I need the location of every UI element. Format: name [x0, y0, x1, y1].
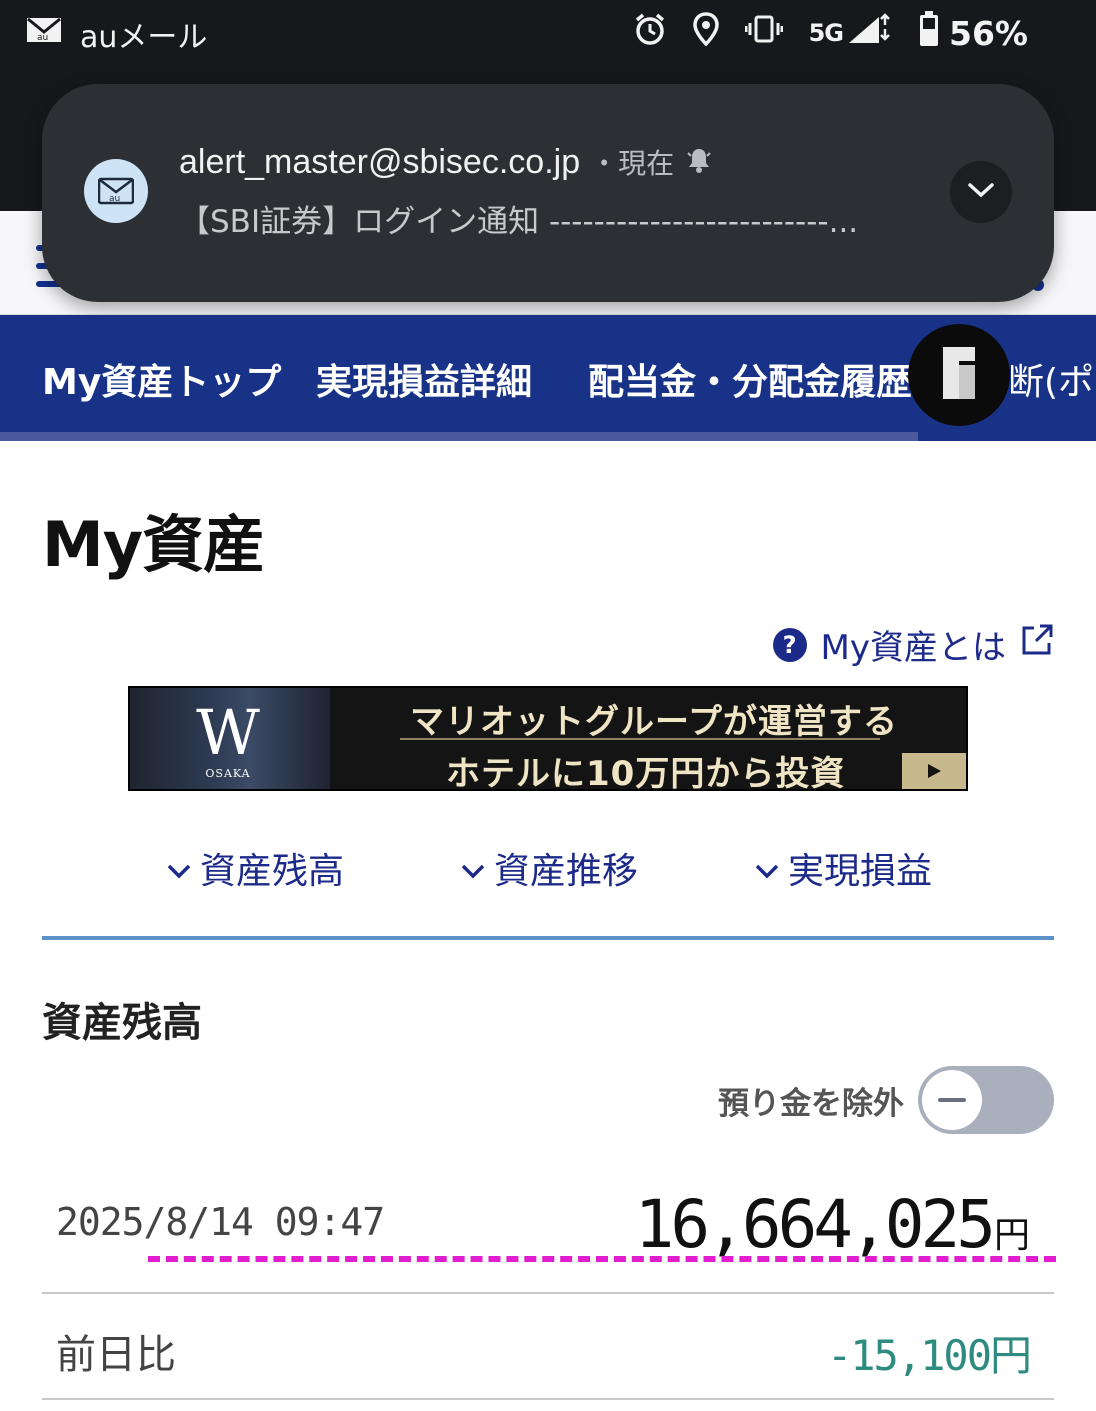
chevron-down-icon [754, 848, 780, 889]
exclude-deposit-toggle[interactable] [918, 1066, 1054, 1134]
row-divider [42, 1398, 1054, 1400]
total-balance: 16,664,025 円 [635, 1186, 1030, 1263]
battery-indicator: 56% [919, 11, 1028, 55]
tab-realized-pl-detail[interactable]: 実現損益詳細 [316, 353, 532, 405]
anchor-realized-pl[interactable]: 実現損益 [754, 842, 932, 894]
expand-notification-button[interactable] [950, 161, 1012, 223]
battery-percent: 56% [949, 13, 1028, 53]
tab-my-assets-top[interactable]: My資産トップ [42, 353, 281, 405]
bell-icon [684, 145, 714, 179]
prev-day-label: 前日比 [56, 1332, 176, 1378]
anchor-label: 資産残高 [200, 851, 345, 892]
banner-headline: マリオットグループが運営する [410, 702, 898, 742]
section-divider [42, 936, 1054, 940]
highlight-underline [148, 1256, 1056, 1262]
help-link-label: My資産とは [820, 628, 1006, 668]
external-link-icon [1020, 623, 1054, 666]
section-title-balance: 資産残高 [42, 1000, 202, 1046]
notification-sender: alert_master@sbisec.co.jp [179, 142, 581, 181]
battery-icon [919, 11, 939, 55]
floating-app-button[interactable] [908, 324, 1010, 426]
svg-text:au: au [109, 194, 120, 204]
chevron-down-icon [166, 848, 192, 889]
notification-time: ・現在 [590, 147, 675, 180]
tab-scroll-indicator [0, 432, 918, 441]
balance-timestamp: 2025/8/14 09:47 [56, 1200, 385, 1244]
status-app-name: auメール [80, 20, 208, 55]
notification-card[interactable]: au alert_master@sbisec.co.jp ・現在 【SBI証券】… [42, 84, 1054, 302]
network-type: 5G [808, 19, 844, 47]
toggle-knob [922, 1070, 982, 1130]
svg-text:au: au [37, 33, 48, 43]
banner-logo: W OSAKA [196, 696, 260, 780]
status-indicators: 5G 56% [633, 10, 1028, 56]
chevron-down-icon [966, 180, 996, 204]
app-shortcut-icon [939, 345, 979, 405]
anchor-label: 実現損益 [788, 851, 933, 892]
tab-diagnosis[interactable]: 断(ポ [1008, 353, 1094, 405]
help-link[interactable]: ? My資産とは [772, 620, 1054, 669]
exclude-deposit-toggle-row: 預り金を除外 [718, 1066, 1054, 1134]
alarm-icon [633, 12, 667, 54]
anchor-asset-balance[interactable]: 資産残高 [166, 842, 344, 894]
notification-preview: 【SBI証券】ログイン通知 -------------------------.… [179, 204, 859, 240]
play-icon [902, 753, 966, 789]
anchor-label: 資産推移 [494, 851, 639, 892]
total-balance-value: 16,664,025 [634, 1186, 996, 1263]
prev-day-value: -15,100円 [826, 1331, 1032, 1380]
vibrate-icon [744, 14, 784, 52]
toggle-label: 預り金を除外 [718, 1085, 904, 1122]
row-divider [42, 1292, 1054, 1294]
signal-indicator: 5G [809, 13, 893, 53]
notification-header: alert_master@sbisec.co.jp ・現在 [179, 142, 714, 182]
location-icon [692, 12, 719, 54]
page-title: My資産 [42, 508, 265, 581]
currency-unit: 円 [993, 1215, 1030, 1256]
tab-dividend-history[interactable]: 配当金・分配金履歴 [588, 353, 912, 405]
signal-icon [847, 13, 893, 53]
mail-icon: au [26, 15, 62, 53]
au-mail-icon: au [84, 159, 148, 223]
question-icon: ? [772, 627, 807, 662]
banner-subline: ホテルに10万円から投資 [446, 754, 846, 791]
ad-banner[interactable]: W OSAKA マリオットグループが運営する ホテルに10万円から投資 [128, 686, 968, 791]
anchor-asset-trend[interactable]: 資産推移 [460, 842, 638, 894]
status-app: au auメール [26, 12, 207, 56]
banner-ornament [400, 738, 880, 740]
section-anchors: 資産残高 資産推移 実現損益 [0, 842, 1096, 892]
chevron-down-icon [460, 848, 486, 889]
